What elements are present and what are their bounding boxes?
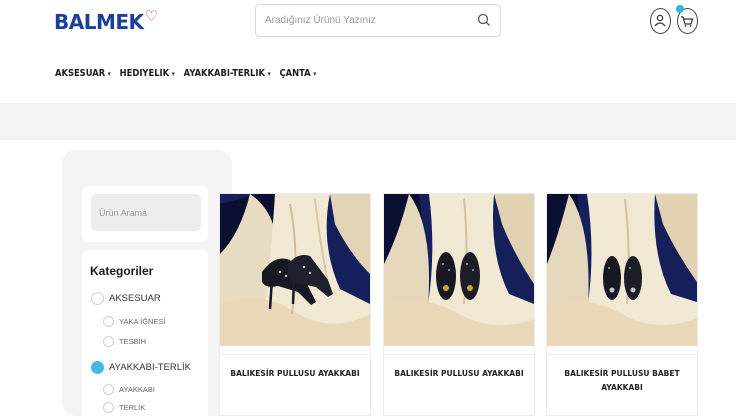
product-card[interactable]: BALIKESİR PULLUSU BABET AYAKKABI <box>546 193 698 416</box>
nav-item-aksesuar[interactable]: AKSESUAR ▾ <box>55 68 111 79</box>
category-item-terlik[interactable]: TERLİK <box>103 402 145 413</box>
nav-item-label: HEDİYELİK <box>119 68 170 79</box>
category-radio[interactable] <box>103 316 114 327</box>
card-divider <box>384 354 534 355</box>
product-card[interactable]: BALIKESİR PULLUSU AYAKKABI <box>383 193 535 416</box>
product-name[interactable]: BALIKESİR PULLUSU AYAKKABI <box>224 367 366 381</box>
category-radio[interactable] <box>103 384 114 395</box>
flat-shoes-image <box>384 194 534 346</box>
category-label: YAKA İĞNESİ <box>119 317 166 326</box>
chevron-down-icon: ▾ <box>171 69 175 78</box>
cart-icon <box>681 16 694 27</box>
product-name[interactable]: BALIKESİR PULLUSU AYAKKABI <box>388 367 530 381</box>
product-search-field[interactable]: Ürün Arama <box>91 194 201 231</box>
chevron-down-icon: ▾ <box>267 69 271 78</box>
category-radio-selected[interactable] <box>91 361 104 374</box>
product-image[interactable] <box>220 194 370 346</box>
product-image[interactable] <box>384 194 534 346</box>
category-radio[interactable] <box>91 292 104 305</box>
category-item-tesbih[interactable]: TESBİH <box>103 336 146 347</box>
nav-item-ayakkabi-terlik[interactable]: AYAKKABI-TERLİK ▾ <box>184 68 271 79</box>
cart-count-badge <box>676 5 684 13</box>
brand-logo[interactable]: BALMEK ♡ <box>54 7 158 34</box>
main-nav: AKSESUAR ▾ HEDİYELİK ▾ AYAKKABI-TERLİK ▾ ÇA… <box>55 68 316 79</box>
card-divider <box>220 354 370 355</box>
product-search-placeholder: Ürün Arama <box>99 208 148 218</box>
category-label: TESBİH <box>119 337 147 346</box>
chevron-down-icon: ▾ <box>107 69 111 78</box>
categories-title: Kategoriler <box>90 264 154 278</box>
high-heel-shoes-image <box>220 194 370 346</box>
flat-shoes-image <box>547 194 697 346</box>
nav-item-label: AYAKKABI-TERLİK <box>183 68 265 79</box>
page-banner <box>0 103 736 140</box>
product-name[interactable]: BALIKESİR PULLUSU BABET AYAKKABI <box>551 367 693 395</box>
product-image[interactable] <box>547 194 697 346</box>
card-divider <box>547 354 697 355</box>
search-bar[interactable]: Aradığınız Ürünü Yazınız <box>255 4 501 37</box>
category-item-aksesuar[interactable]: AKSESUAR <box>91 292 161 305</box>
product-card[interactable]: BALIKESİR PULLUSU AYAKKABI <box>219 193 371 416</box>
search-input[interactable]: Aradığınız Ürünü Yazınız <box>265 15 376 26</box>
category-label: AKSESUAR <box>109 293 161 304</box>
site-header: BALMEK ♡ Aradığınız Ürünü Yazınız AKSESUA… <box>0 0 736 100</box>
category-item-yaka-ignesi[interactable]: YAKA İĞNESİ <box>103 316 166 327</box>
category-label: AYAKKABI-TERLİK <box>109 362 192 373</box>
user-icon <box>654 14 666 27</box>
nav-item-label: AKSESUAR <box>55 68 106 79</box>
nav-item-label: ÇANTA <box>279 68 311 79</box>
category-item-ayakkabi[interactable]: AYAKKABI <box>103 384 155 395</box>
category-item-ayakkabi-terlik[interactable]: AYAKKABI-TERLİK <box>91 361 191 374</box>
search-icon[interactable] <box>476 12 492 28</box>
category-radio[interactable] <box>103 336 114 347</box>
nav-item-hediyelik[interactable]: HEDİYELİK ▾ <box>120 68 175 79</box>
chevron-down-icon: ▾ <box>313 69 317 78</box>
heart-icon: ♡ <box>144 7 158 25</box>
nav-item-canta[interactable]: ÇANTA ▾ <box>280 68 317 79</box>
user-account-button[interactable] <box>650 8 671 34</box>
brand-name: BALMEK <box>54 10 144 34</box>
category-radio[interactable] <box>103 402 114 413</box>
category-label: TERLİK <box>119 403 146 412</box>
category-label: AYAKKABI <box>119 385 155 394</box>
